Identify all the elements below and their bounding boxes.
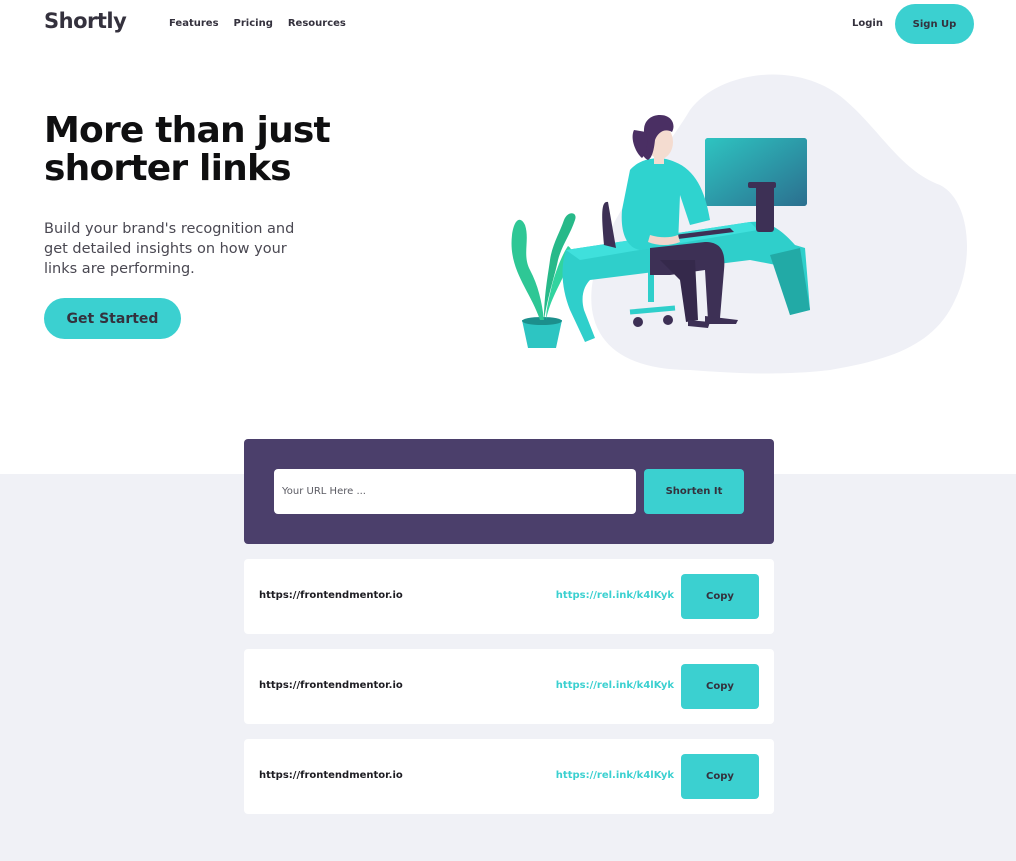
- original-url: https://frontendmentor.io: [259, 770, 403, 781]
- url-input[interactable]: [274, 469, 636, 514]
- short-url[interactable]: https://rel.ink/k4lKyk: [556, 770, 674, 781]
- hero-title: More than just shorter links: [44, 110, 331, 189]
- copy-button[interactable]: Copy: [681, 664, 759, 709]
- shorten-button[interactable]: Shorten It: [644, 469, 744, 514]
- result-row: https://frontendmentor.io https://rel.in…: [244, 739, 774, 814]
- copy-button[interactable]: Copy: [681, 754, 759, 799]
- original-url: https://frontendmentor.io: [259, 680, 403, 691]
- hero-description: Build your brand's recognition and get d…: [44, 221, 295, 277]
- result-row: https://frontendmentor.io https://rel.in…: [244, 649, 774, 724]
- shorten-panel: Shorten It: [244, 439, 774, 544]
- login-link[interactable]: Login: [852, 18, 883, 29]
- short-url[interactable]: https://rel.ink/k4lKyk: [556, 590, 674, 601]
- get-started-button[interactable]: Get Started: [44, 298, 181, 339]
- result-row: https://frontendmentor.io https://rel.in…: [244, 559, 774, 634]
- original-url: https://frontendmentor.io: [259, 590, 403, 601]
- main-nav: Features Pricing Resources: [169, 18, 346, 29]
- signup-button[interactable]: Sign Up: [895, 4, 974, 44]
- nav-pricing[interactable]: Pricing: [234, 18, 273, 29]
- person-at-desk-illustration: [511, 74, 967, 374]
- short-url[interactable]: https://rel.ink/k4lKyk: [556, 680, 674, 691]
- nav-features[interactable]: Features: [169, 18, 219, 29]
- nav-resources[interactable]: Resources: [288, 18, 346, 29]
- copy-button[interactable]: Copy: [681, 574, 759, 619]
- logo[interactable]: Shortly: [44, 9, 127, 33]
